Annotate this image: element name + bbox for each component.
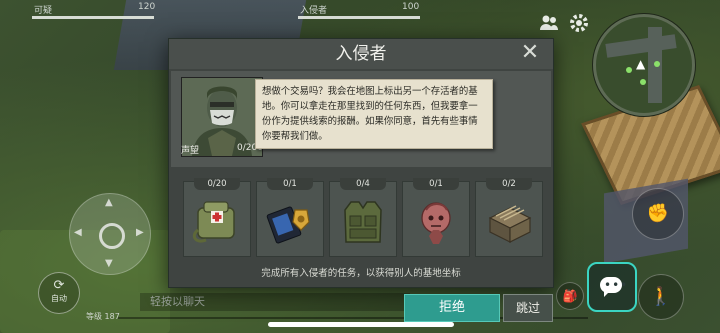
dialog-title: 入侵者 xyxy=(335,44,387,64)
quest-item[interactable]: 0/4 xyxy=(329,178,397,257)
dialog-footer: 完成所有入侵者的任务，以获得别人的基地坐标 xyxy=(261,268,461,279)
item-count: 0/2 xyxy=(486,178,532,190)
hud-intruder-label: 入侵者 xyxy=(300,6,328,16)
auto-move-button[interactable]: ⟳ 自动 xyxy=(38,272,80,314)
minimap[interactable]: ▲ xyxy=(593,14,695,116)
skip-button[interactable]: 跳过 xyxy=(503,294,553,322)
item-count: 0/1 xyxy=(267,178,313,190)
police-badge-wallet-icon xyxy=(266,206,310,244)
close-icon[interactable]: ✕ xyxy=(518,42,542,66)
movement-joystick[interactable]: ▲ ▼ ◀ ▶ xyxy=(69,193,151,275)
chat-button[interactable]: ••• xyxy=(587,262,637,312)
home-indicator[interactable] xyxy=(268,322,454,327)
quest-item[interactable]: 0/20 xyxy=(183,178,251,257)
hud-suspicion-value: 120 xyxy=(138,2,156,12)
reputation-label: 声望 xyxy=(181,146,200,156)
friends-icon[interactable] xyxy=(538,12,560,34)
settings-gear-icon[interactable] xyxy=(568,12,590,34)
hud-suspicion-label: 可疑 xyxy=(34,6,53,16)
quest-items-row: 0/20 0/1 0/4 0/1 0/2 xyxy=(183,178,543,257)
refresh-icon: ⟳ xyxy=(53,278,65,293)
quest-item[interactable]: 0/1 xyxy=(256,178,324,257)
quest-item[interactable]: 0/2 xyxy=(475,178,543,257)
attack-button[interactable]: ✊ xyxy=(632,188,684,240)
quest-item[interactable]: 0/1 xyxy=(402,178,470,257)
hud-intruder-value: 100 xyxy=(402,2,420,12)
chat-input[interactable]: 轻按以聊天 xyxy=(140,293,410,311)
hud-intruder-bar xyxy=(298,16,420,19)
story-note: 想做个交易吗？我会在地图上标出另一个存活者的基地。你可以拿走在那里找到的任何东西… xyxy=(255,79,493,149)
auto-move-label: 自动 xyxy=(51,294,67,303)
item-count: 0/20 xyxy=(194,178,240,190)
intruder-dialog: 入侵者 ✕ 声望 0/200 想做个交易吗？我会在地图上标出另一个存活者的基地。… xyxy=(168,38,554,288)
zombie-head-icon xyxy=(421,202,451,244)
sneak-button[interactable]: 🚶 xyxy=(638,274,684,320)
item-count: 0/1 xyxy=(413,178,459,190)
player-level: 等级 187 xyxy=(86,312,120,321)
body-armor-vest-icon xyxy=(344,201,382,243)
first-aid-bag-icon xyxy=(192,201,235,243)
ammo-box-icon xyxy=(488,205,532,243)
refuse-button[interactable]: 拒绝 xyxy=(404,294,500,322)
backpack-icon[interactable]: 🎒 xyxy=(556,282,584,310)
item-count: 0/4 xyxy=(340,178,386,190)
player-arrow-icon: ▲ xyxy=(636,57,646,71)
hud-suspicion-bar xyxy=(32,16,154,19)
